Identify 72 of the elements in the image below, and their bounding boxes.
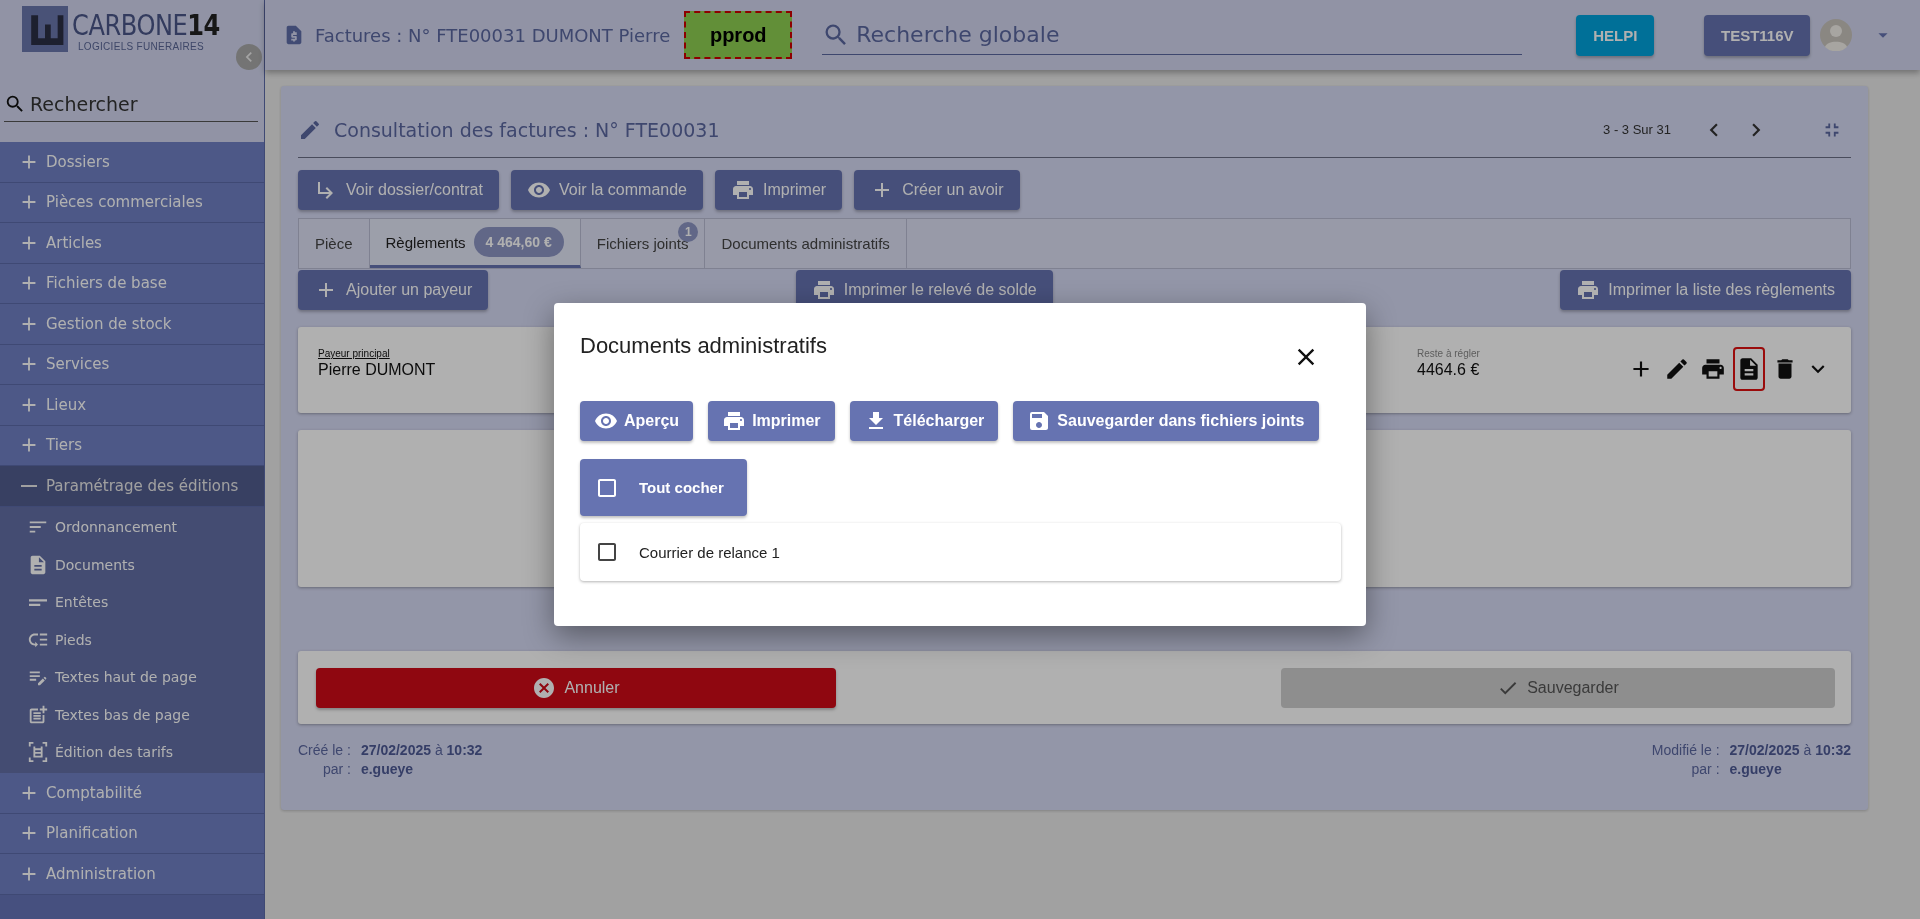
logo-name: CARBONE14 xyxy=(72,11,220,41)
menu-item[interactable]: Articles xyxy=(0,223,264,264)
action-button[interactable]: Ajouter un payeur xyxy=(298,270,489,310)
menu-item[interactable]: Fichiers de base xyxy=(0,263,264,304)
meta-value: e.gueye xyxy=(360,761,415,777)
printer-icon xyxy=(811,278,836,302)
environment-badge: pprod xyxy=(684,11,793,59)
action-button[interactable]: Voir la commande xyxy=(510,170,703,210)
remaining-label: Reste à régler xyxy=(1417,348,1481,359)
select-all-button[interactable]: Tout cocher xyxy=(580,459,747,516)
meta-label: Créé le : xyxy=(298,742,351,758)
page-title: Factures : N° FTE00031 DUMONT Pierre xyxy=(315,24,671,46)
logo-tagline: LOGICIELS FUNERAIRES xyxy=(78,41,206,52)
action-button[interactable]: Voir dossier/contrat xyxy=(298,170,499,210)
menu-item[interactable]: Tiers xyxy=(0,425,264,466)
meta-label: Modifié le : xyxy=(1651,742,1720,758)
submenu-item[interactable]: Pieds xyxy=(0,621,264,659)
amount-badge: 4 464,60 € xyxy=(473,227,564,257)
checkbox-icon[interactable] xyxy=(595,540,619,564)
printer-icon xyxy=(722,409,747,433)
remaining-amount: 4464.6 € xyxy=(1417,361,1481,379)
meta-value: 27/02/2025 à 10:32 xyxy=(1729,742,1851,758)
submenu-item[interactable]: Entêtes xyxy=(0,583,264,621)
menu-item[interactable]: Gestion de stock xyxy=(0,304,264,345)
menu-item[interactable]: Administration xyxy=(0,854,264,895)
menu-item[interactable]: Dossiers xyxy=(0,142,264,183)
tab[interactable]: Pièce xyxy=(299,219,370,268)
menu-item[interactable]: Lieux xyxy=(0,385,264,426)
menu-item[interactable]: Pièces commerciales xyxy=(0,182,264,223)
user-button[interactable]: TEST116V xyxy=(1704,14,1811,56)
action-button[interactable]: Imprimer xyxy=(715,170,843,210)
meta-label: par : xyxy=(1690,761,1720,777)
printer-icon xyxy=(1576,278,1601,302)
add-note-icon xyxy=(27,703,49,726)
printer-icon xyxy=(731,178,755,202)
search-field[interactable]: Recherche globale xyxy=(854,21,1455,48)
menu-item[interactable]: Comptabilité xyxy=(0,773,264,814)
meta-value: e.gueye xyxy=(1729,761,1783,777)
dialog-button[interactable]: Sauvegarder dans fichiers joints xyxy=(1013,401,1319,441)
pagination-text: 3 - 3 Sur 31 xyxy=(1603,122,1671,137)
search-field[interactable]: Rechercher xyxy=(28,91,228,116)
submenu-item[interactable]: Édition des tarifs xyxy=(0,733,264,771)
dialog-button[interactable]: Télécharger xyxy=(849,401,999,441)
payer-name: Pierre DUMONT xyxy=(318,361,436,379)
cancel-button[interactable]: Annuler xyxy=(316,667,836,708)
card-title: Consultation des factures : N° FTE00031 xyxy=(334,118,720,141)
lines-icon xyxy=(29,598,47,606)
menu-item[interactable]: Planification xyxy=(0,813,264,854)
action-button[interactable]: Créer un avoir xyxy=(854,170,1020,210)
help-button[interactable]: HELPI xyxy=(1576,14,1655,56)
dialog-title: Documents administratifs xyxy=(580,333,827,359)
dialog-button[interactable]: Aperçu xyxy=(580,401,694,441)
scan-frame-icon xyxy=(27,741,49,764)
meta-value: 27/02/2025 à 10:32 xyxy=(360,742,483,758)
tab[interactable]: Documents administratifs xyxy=(705,219,907,268)
submenu-item[interactable]: Ordonnancement xyxy=(0,508,264,546)
payer-label: Payeur principal xyxy=(318,348,391,359)
submenu-item[interactable]: Documents xyxy=(0,546,264,584)
action-button[interactable]: Imprimer la liste des règlements xyxy=(1560,270,1851,310)
pencil-icon xyxy=(1664,356,1690,382)
menu-item[interactable]: Services xyxy=(0,344,264,385)
meta-label: par : xyxy=(321,761,351,777)
document-name: Courrier de relance 1 xyxy=(639,543,780,561)
submenu-item[interactable]: Textes haut de page xyxy=(0,658,264,696)
logo-mark-icon xyxy=(22,6,68,52)
printer-icon xyxy=(1700,356,1726,382)
tab[interactable]: Règlements 4 464,60 € xyxy=(369,219,581,268)
menu-item[interactable]: Paramétrage des éditions xyxy=(0,466,264,507)
dialog-button[interactable]: Imprimer xyxy=(708,401,835,441)
submenu-item[interactable]: Textes bas de page xyxy=(0,696,264,734)
tab[interactable]: Fichiers joints 1 xyxy=(580,219,706,268)
icon-button[interactable] xyxy=(1733,347,1765,391)
